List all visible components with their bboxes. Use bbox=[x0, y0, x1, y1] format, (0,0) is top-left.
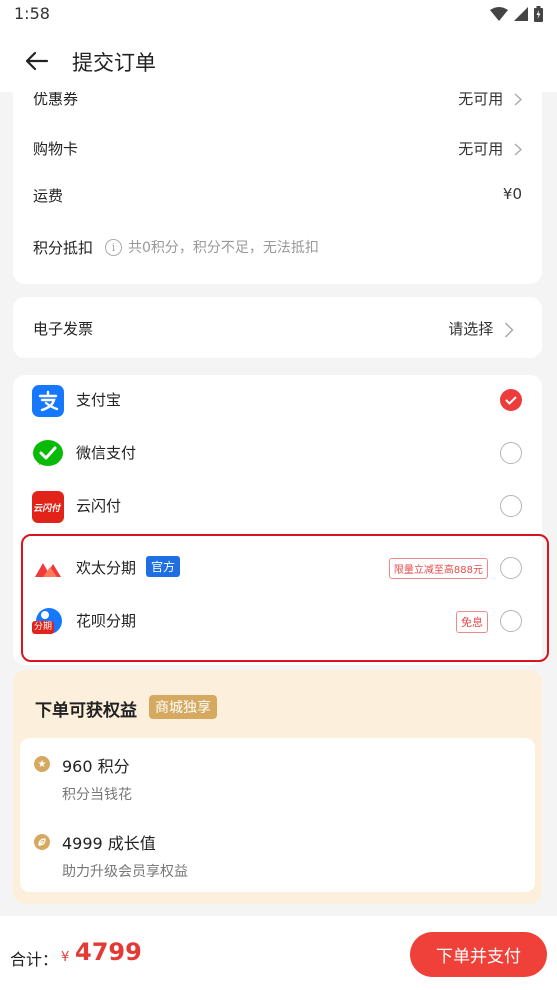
radio-unchecked[interactable] bbox=[500, 495, 522, 517]
invoice-value: 请选择 bbox=[448, 320, 494, 338]
star-coin-icon: ★ bbox=[34, 756, 50, 772]
payment-name: 支付宝 bbox=[76, 391, 122, 409]
highlight-box bbox=[21, 534, 549, 662]
chevron-right-icon bbox=[504, 321, 514, 338]
invoice-value-wrap: 请选择 bbox=[448, 318, 514, 339]
points-note: i 共0积分，积分不足，无法抵扣 bbox=[105, 237, 319, 257]
growth-leaf-icon bbox=[34, 834, 50, 850]
arrow-left-icon bbox=[25, 51, 49, 71]
wechat-pay-icon bbox=[33, 440, 63, 466]
page-title: 提交订单 bbox=[72, 51, 156, 75]
benefits-tag: 商城独享 bbox=[149, 695, 217, 719]
back-button[interactable] bbox=[22, 47, 52, 75]
shipping-label: 运费 bbox=[33, 187, 64, 205]
wifi-icon bbox=[490, 7, 508, 21]
total-label: 合计： bbox=[10, 950, 59, 969]
payment-option-unionpay[interactable]: 云闪付 云闪付 bbox=[13, 481, 542, 533]
payment-option-wechat[interactable]: 微信支付 bbox=[13, 428, 542, 480]
submit-order-button[interactable]: 下单并支付 bbox=[410, 932, 547, 977]
benefit-main: 4999 成长值 bbox=[62, 834, 156, 853]
payment-name: 云闪付 bbox=[76, 497, 122, 515]
status-time: 1:58 bbox=[14, 4, 50, 23]
benefits-title: 下单可获权益 bbox=[35, 701, 137, 721]
total-amount: 4799 bbox=[75, 938, 142, 966]
chevron-right-icon bbox=[514, 143, 522, 156]
checkmark-icon bbox=[505, 396, 517, 405]
unionpay-icon-text: 云闪付 bbox=[33, 503, 63, 514]
unionpay-icon: 云闪付 bbox=[32, 491, 64, 523]
battery-icon bbox=[534, 6, 543, 22]
app-bar-overlay: 提交订单 bbox=[0, 30, 557, 92]
payment-option-alipay[interactable]: 支付宝 bbox=[13, 375, 542, 427]
invoice-card[interactable]: 电子发票 请选择 bbox=[13, 297, 542, 358]
payment-name: 微信支付 bbox=[76, 444, 137, 462]
radio-checked[interactable] bbox=[500, 389, 522, 411]
benefit-sub: 积分当钱花 bbox=[62, 787, 132, 803]
radio-unchecked[interactable] bbox=[500, 442, 522, 464]
info-icon[interactable]: i bbox=[105, 238, 122, 256]
shopping-card-value-wrap: 无可用 bbox=[458, 138, 522, 159]
shopping-card-value: 无可用 bbox=[458, 140, 504, 158]
invoice-label: 电子发票 bbox=[33, 320, 94, 338]
benefit-main: 960 积分 bbox=[62, 757, 130, 776]
benefits-card: 下单可获权益 商城独享 ★ 960 积分 积分当钱花 4999 成长值 助力升级… bbox=[13, 670, 542, 904]
benefits-list: ★ 960 积分 积分当钱花 4999 成长值 助力升级会员享权益 bbox=[20, 738, 535, 892]
leaf-icon bbox=[38, 838, 46, 846]
benefit-sub: 助力升级会员享权益 bbox=[62, 864, 188, 880]
shopping-card-label: 购物卡 bbox=[33, 140, 79, 158]
bottom-bar: 合计： ¥ 4799 下单并支付 bbox=[0, 916, 557, 990]
status-icons bbox=[490, 6, 543, 22]
total-currency: ¥ bbox=[61, 950, 70, 965]
shipping-value: ¥0 bbox=[502, 185, 522, 203]
status-bar: 1:58 bbox=[0, 0, 557, 30]
cellular-signal-icon bbox=[514, 7, 528, 21]
points-note-text: 共0积分，积分不足，无法抵扣 bbox=[128, 240, 319, 256]
alipay-icon bbox=[32, 385, 64, 417]
points-label: 积分抵扣 bbox=[33, 239, 94, 257]
